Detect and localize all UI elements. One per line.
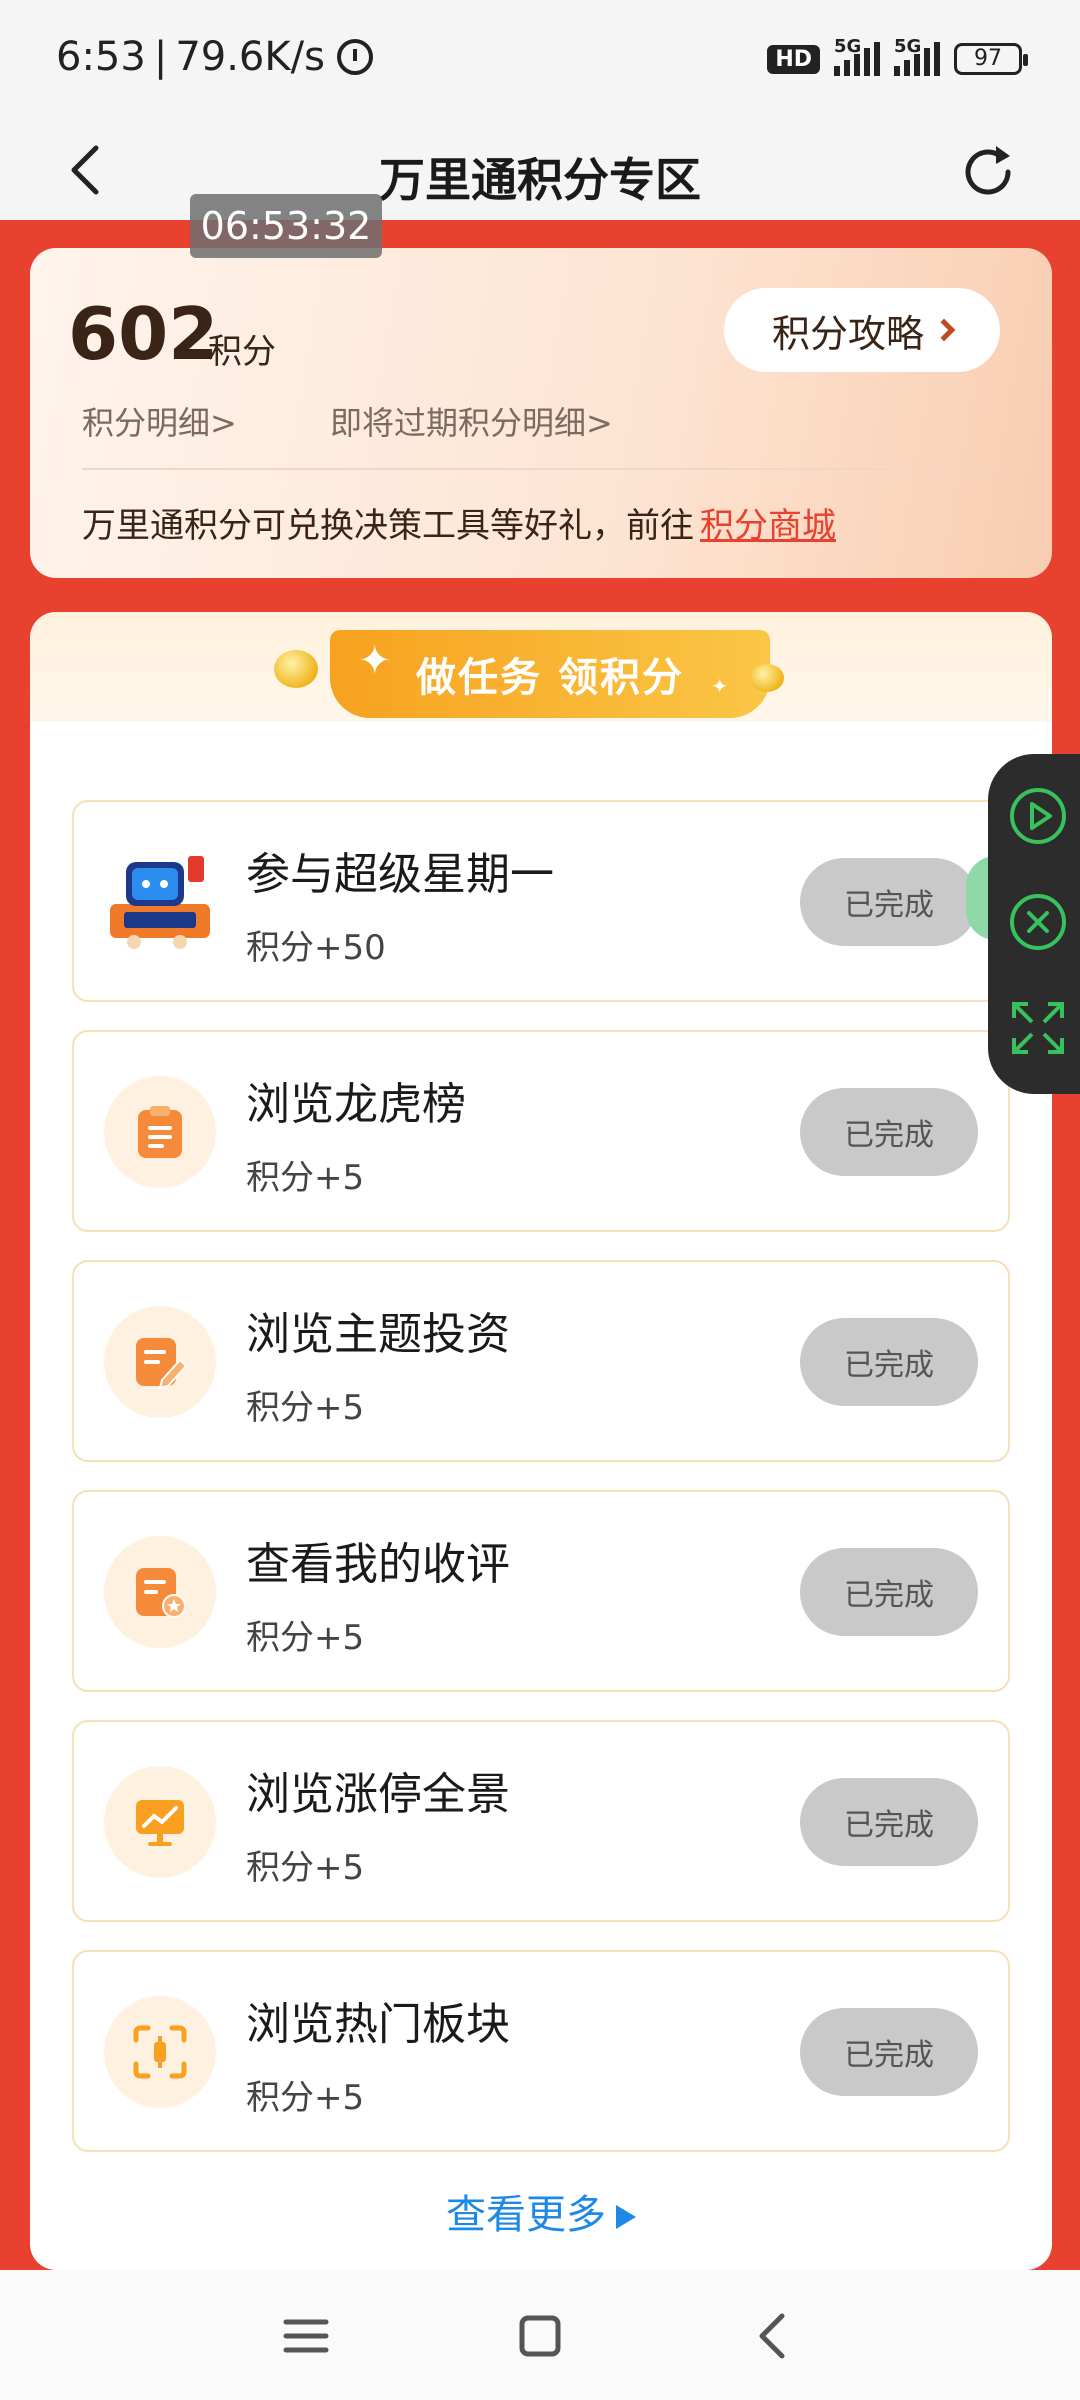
play-arrow-icon	[616, 2205, 636, 2229]
task-reward: 积分+5	[246, 1388, 365, 1428]
sparkle-icon: ✦	[358, 638, 394, 684]
task-status-button[interactable]: 已完成	[800, 858, 978, 946]
task-title: 浏览热门板块	[246, 1999, 510, 2050]
tasks-panel: ✦ 做任务 领积分 ✦ 参与超级星期一 积分+50 已完成 浏览龙虎榜 积分+5…	[30, 612, 1052, 2270]
coin-icon	[274, 650, 318, 688]
task-status-button[interactable]: 已完成	[800, 1088, 978, 1176]
status-time: 6:53	[56, 34, 146, 80]
points-detail-link[interactable]: 积分明细>	[82, 398, 237, 444]
recording-timestamp: 06:53:32	[190, 194, 382, 258]
task-reward: 积分+5	[246, 2078, 365, 2118]
edit-document-icon	[104, 1306, 216, 1418]
task-item: 浏览热门板块 积分+5 已完成	[72, 1950, 1010, 2152]
refresh-icon[interactable]	[956, 140, 1020, 204]
points-value: 602	[68, 292, 219, 376]
task-item: 浏览主题投资 积分+5 已完成	[72, 1260, 1010, 1462]
tasks-header: ✦ 做任务 领积分 ✦	[30, 612, 1052, 722]
promo-text: 万里通积分可兑换决策工具等好礼，前往 积分商城	[82, 498, 836, 547]
task-item: 浏览涨停全景 积分+5 已完成	[72, 1720, 1010, 1922]
divider	[82, 468, 1000, 470]
play-icon[interactable]	[1008, 786, 1068, 846]
task-item: 浏览龙虎榜 积分+5 已完成	[72, 1030, 1010, 1232]
floating-recorder-controls	[988, 754, 1080, 1094]
chevron-right-icon	[932, 318, 956, 342]
page-title: 万里通积分专区	[379, 153, 701, 207]
tasks-banner-text: 做任务 领积分	[416, 655, 684, 701]
network-label-2: 5G	[894, 36, 922, 57]
task-item: 查看我的收评 积分+5 已完成	[72, 1490, 1010, 1692]
task-title: 查看我的收评	[246, 1539, 510, 1590]
focus-frame-icon	[104, 1996, 216, 2108]
status-separator: |	[153, 34, 168, 80]
status-right: HD 5G 5G 97	[767, 36, 1028, 76]
task-status-button[interactable]: 已完成	[800, 1778, 978, 1866]
review-document-icon	[104, 1536, 216, 1648]
points-unit: 积分	[208, 332, 276, 372]
system-nav-bar	[0, 2270, 1080, 2400]
task-title: 参与超级星期一	[246, 849, 554, 900]
status-left: 6:53 | 79.6K/s	[56, 34, 373, 80]
task-reward: 积分+5	[246, 1158, 365, 1198]
nav-bar: 万里通积分专区	[0, 120, 1080, 220]
points-guide-button[interactable]: 积分攻略	[724, 288, 1000, 372]
home-icon[interactable]	[510, 2306, 570, 2366]
expand-icon[interactable]	[1008, 998, 1068, 1058]
promo-message: 万里通积分可兑换决策工具等好礼，前往	[82, 506, 694, 546]
battery-icon: 97	[954, 43, 1028, 75]
points-card: 602 积分 积分攻略 积分明细> 即将过期积分明细> 万里通积分可兑换决策工具…	[30, 248, 1052, 578]
points-mall-link[interactable]: 积分商城	[700, 506, 836, 546]
signal-icon: 5G	[834, 36, 880, 76]
hd-badge: HD	[767, 44, 820, 74]
status-net-speed: 79.6K/s	[175, 34, 325, 80]
coin-icon	[750, 664, 784, 692]
signal-icon-2: 5G	[894, 36, 940, 76]
points-guide-label: 积分攻略	[771, 311, 924, 356]
task-status-button[interactable]: 已完成	[800, 1318, 978, 1406]
task-item: 参与超级星期一 积分+50 已完成	[72, 800, 1010, 1002]
status-bar: 6:53 | 79.6K/s HD 5G 5G 97	[0, 0, 1080, 120]
task-reward: 积分+5	[246, 1618, 365, 1658]
task-reward: 积分+5	[246, 1848, 365, 1888]
see-more-link[interactable]: 查看更多	[30, 2182, 1052, 2240]
menu-icon[interactable]	[276, 2306, 336, 2366]
back-icon[interactable]	[744, 2306, 804, 2366]
expiring-points-link[interactable]: 即将过期积分明细>	[330, 398, 613, 444]
alarm-icon	[336, 39, 373, 75]
trend-chart-icon	[104, 1766, 216, 1878]
tasks-banner: ✦ 做任务 领积分 ✦	[330, 630, 770, 718]
super-monday-icon	[104, 846, 216, 958]
network-label-1: 5G	[834, 36, 862, 57]
close-icon[interactable]	[1008, 892, 1068, 952]
task-title: 浏览涨停全景	[246, 1769, 510, 1820]
task-title: 浏览龙虎榜	[246, 1079, 466, 1130]
see-more-label: 查看更多	[446, 2192, 606, 2238]
task-status-button[interactable]: 已完成	[800, 1548, 978, 1636]
clipboard-icon	[104, 1076, 216, 1188]
task-reward: 积分+50	[246, 928, 386, 968]
sparkle-icon: ✦	[711, 674, 730, 698]
task-status-button[interactable]: 已完成	[800, 2008, 978, 2096]
task-title: 浏览主题投资	[246, 1309, 510, 1360]
